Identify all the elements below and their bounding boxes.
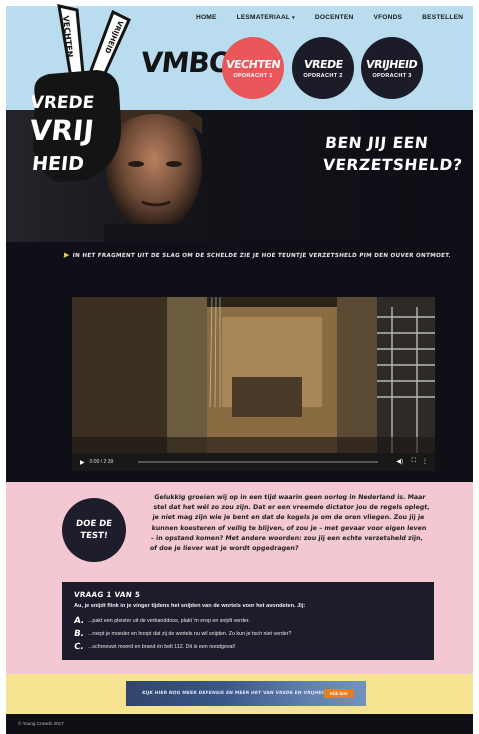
start-test-label: DOE DE bbox=[75, 519, 113, 529]
page: HOME LESMATERIAAL ▾ DOCENTEN VFONDS BESTE… bbox=[0, 0, 479, 734]
more-options-icon[interactable]: ⋮ bbox=[422, 458, 428, 465]
nav-item-home[interactable]: HOME bbox=[196, 14, 217, 21]
start-test-button[interactable]: DOE DE TEST! bbox=[62, 498, 126, 562]
site-title: VMBO bbox=[139, 46, 234, 79]
video-controls: ▶ 0:00 / 2:39 ◀) ⛶ ⋮ bbox=[72, 453, 435, 471]
video-progress-bar[interactable] bbox=[138, 461, 378, 463]
assignment-title: VECHTEN bbox=[225, 57, 281, 71]
main-nav: HOME LESMATERIAAL ▾ DOCENTEN VFONDS BESTE… bbox=[196, 14, 479, 21]
promo-banner[interactable]: KIJK HIER NOG MEER DEFENSIE EN MEER HET … bbox=[126, 681, 366, 706]
play-triangle-icon: ▶ bbox=[63, 251, 71, 259]
answer-letter: B. bbox=[73, 629, 85, 639]
video-frame bbox=[72, 297, 435, 453]
answer-option-a[interactable]: A. ...pakt een pleister uit de verbanddo… bbox=[73, 616, 250, 626]
nav-item-lesmateriaal[interactable]: LESMATERIAAL ▾ bbox=[237, 14, 295, 21]
assignment-title: VREDE bbox=[302, 57, 344, 71]
question-counter: VRAAG 1 VAN 5 bbox=[73, 590, 141, 599]
promo-banner-text: KIJK HIER NOG MEER DEFENSIE EN MEER HET … bbox=[141, 691, 328, 696]
nav-item-bestellen[interactable]: BESTELLEN bbox=[422, 14, 463, 21]
footer: © Young Crowds 2017 bbox=[6, 714, 473, 734]
nav-item-docenten[interactable]: DOCENTEN bbox=[315, 14, 354, 21]
chevron-down-icon: ▾ bbox=[292, 15, 295, 21]
video-section: ▶ IN HET FRAGMENT UIT DE SLAG OM DE SCHEL… bbox=[6, 242, 473, 482]
hero-title-line: VERZETSHELD? bbox=[321, 156, 464, 174]
logo-word: VRIJ bbox=[28, 114, 96, 147]
video-player[interactable]: ▶ 0:00 / 2:39 ◀) ⛶ ⋮ bbox=[72, 297, 435, 471]
answer-letter: A. bbox=[73, 616, 85, 626]
assignment-label: OPDRACHT 3 bbox=[372, 72, 412, 79]
promo-banner-button[interactable]: Klik hier bbox=[324, 689, 354, 698]
question-box: VRAAG 1 VAN 5 Au, je snijdt flink in je … bbox=[62, 582, 434, 660]
peace-hand-icon: VECHTEN VRIJHEID VREDE VRIJ HEID bbox=[28, 4, 131, 182]
video-intro: ▶ IN HET FRAGMENT UIT DE SLAG OM DE SCHEL… bbox=[64, 251, 452, 259]
assignment-button-vrijheid[interactable]: VRIJHEID OPDRACHT 3 bbox=[361, 37, 423, 99]
assignment-button-vechten[interactable]: VECHTEN OPDRACHT 1 bbox=[222, 37, 284, 99]
quiz-section: DOE DE TEST! Gelukkig groeien wij op in … bbox=[6, 482, 473, 674]
nav-item-vfonds[interactable]: VFONDS bbox=[373, 14, 402, 21]
promo-band: KIJK HIER NOG MEER DEFENSIE EN MEER HET … bbox=[6, 674, 473, 714]
answer-text: ...schreeuwt moord en brand én belt 112.… bbox=[88, 644, 236, 650]
logo[interactable]: VECHTEN VRIJHEID VREDE VRIJ HEID bbox=[27, 4, 135, 184]
fullscreen-icon[interactable]: ⛶ bbox=[412, 458, 416, 465]
answer-letter: C. bbox=[73, 642, 85, 652]
assignment-label: OPDRACHT 2 bbox=[303, 72, 343, 79]
assignment-label: OPDRACHT 1 bbox=[233, 72, 273, 79]
start-test-label: TEST! bbox=[79, 531, 109, 541]
video-intro-text: IN HET FRAGMENT UIT DE SLAG OM DE SCHELD… bbox=[72, 253, 452, 259]
answer-option-b[interactable]: B. ...roept je moeder en hoopt dat zij d… bbox=[73, 629, 292, 639]
hero-title: BEN JIJ EEN VERZETSHELD? bbox=[322, 132, 466, 176]
hero-title-line: BEN JIJ EEN bbox=[324, 134, 430, 152]
play-icon[interactable]: ▶ bbox=[80, 459, 85, 466]
assignment-button-vrede[interactable]: VREDE OPDRACHT 2 bbox=[292, 37, 354, 99]
quiz-intro: Gelukkig groeien wij op in een tijd waar… bbox=[149, 494, 430, 553]
assignment-title: VRIJHEID bbox=[365, 57, 419, 71]
logo-word: VREDE bbox=[30, 93, 96, 113]
video-time: 0:00 / 2:39 bbox=[89, 459, 114, 465]
question-text: Au, je snijdt flink in je vinger tijdens… bbox=[74, 603, 306, 609]
volume-icon[interactable]: ◀) bbox=[396, 458, 403, 465]
copyright-text: © Young Crowds 2017 bbox=[18, 721, 64, 726]
answer-option-c[interactable]: C. ...schreeuwt moord en brand én belt 1… bbox=[73, 642, 236, 652]
answer-text: ...roept je moeder en hoopt dat zij de w… bbox=[88, 631, 292, 637]
logo-word: HEID bbox=[31, 153, 85, 175]
answer-text: ...pakt een pleister uit de verbanddoos,… bbox=[88, 618, 250, 624]
nav-item-lesmateriaal-label: LESMATERIAAL bbox=[236, 14, 291, 21]
